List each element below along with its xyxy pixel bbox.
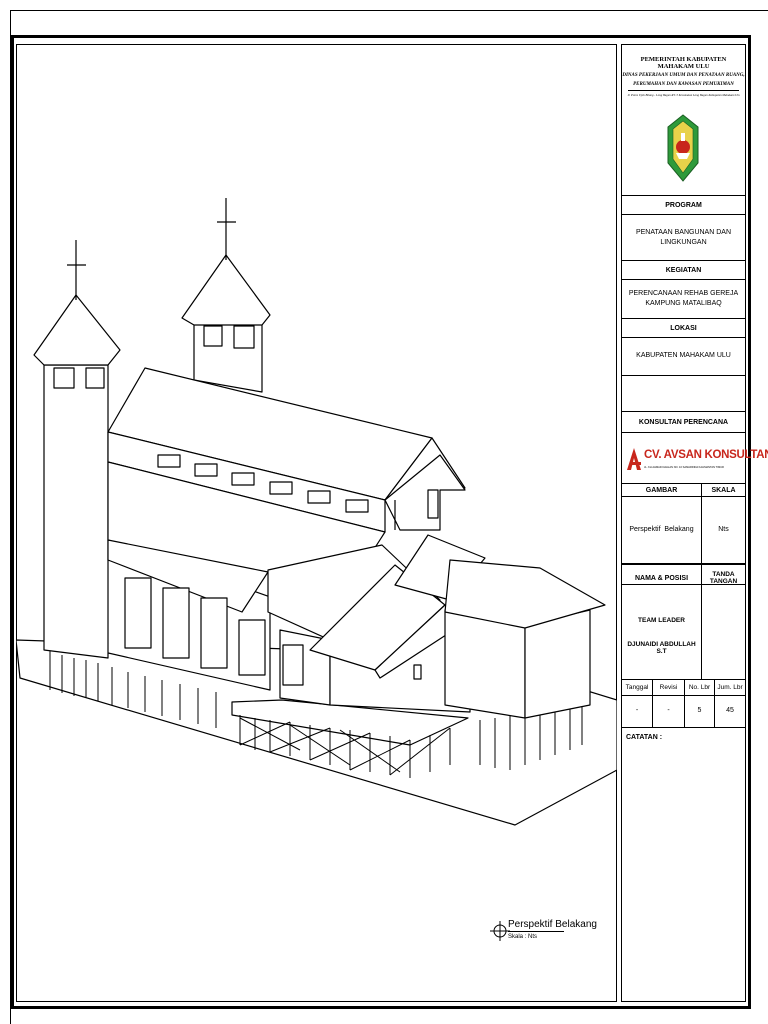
gambar-value: Perspektif Belakang [629, 526, 694, 533]
caption-marker [490, 921, 510, 941]
rule-meta-mid [622, 695, 745, 696]
rule-catatan-top [622, 727, 745, 728]
tanggal-value: - [635, 707, 639, 714]
kegiatan-value: PERENCANAAN REHAB GEREJA KAMPUNG MATALIB… [628, 290, 739, 307]
rule-nama-mid [622, 584, 745, 585]
skala-value: Nts [718, 526, 729, 533]
lokasi-value: KABUPATEN MAHAKAM ULU [636, 352, 731, 359]
consultant-logo-subtext: JL. KH AHMAD DAHLAN NO. 10 SAMARINDA KAL… [644, 466, 724, 469]
nama-posisi-label: NAMA & POSISI [634, 574, 689, 582]
lokasi-label: LOKASI [670, 324, 697, 332]
no-lbr-value: 5 [697, 707, 702, 714]
program-label: PROGRAM [665, 201, 702, 209]
agency-department-line2: PERUMAHAN DAN KAWASAN PEMUKIMAN [633, 81, 734, 87]
drawing-caption: Perspektif Belakang [508, 919, 597, 930]
agency-address: Jl. Poros Ujoh Bilang - Long Bagun RT. 3… [627, 92, 740, 97]
sheet-top-rule [10, 10, 768, 11]
jum-lbr-value: 45 [726, 707, 734, 714]
team-leader-role: TEAM LEADER [638, 616, 685, 624]
sheet-border-right [748, 35, 751, 1009]
rule-lokasi-bottom [622, 375, 745, 376]
konsultan-label: KONSULTAN PERENCANA [638, 418, 729, 426]
revisi-label: Revisi [659, 684, 678, 691]
sheet-border-top-thick [11, 35, 751, 38]
jum-lbr-label: Jum. Lbr [717, 684, 743, 691]
tanda-tangan-label: TANDA TANGAN [709, 571, 738, 585]
consultant-logo-icon [627, 448, 641, 470]
agency-government: PEMERINTAH KABUPATEN MAHAKAM ULU [640, 56, 727, 70]
skala-label: SKALA [711, 486, 736, 494]
revisi-value: - [667, 707, 670, 714]
catatan-label: CATATAN : [626, 734, 663, 741]
rule-nama-top [622, 563, 745, 565]
program-value: PENATAAN BANGUNAN DAN LINGKUNGAN [635, 228, 732, 246]
team-leader-name: DJUNAIDI ABDULLAH S.T [627, 641, 696, 655]
agency-department-line1: DINAS PEKERJAAN UMUM DAN PENATAAN RUANG, [622, 72, 745, 78]
regency-emblem-icon [667, 114, 699, 182]
consultant-logo-text: CV. AVSAN KONSULTAN [644, 449, 768, 461]
gambar-label: GAMBAR [645, 486, 678, 494]
no-lbr-label: No. Lbr [688, 684, 711, 691]
tanggal-label: Tanggal [625, 684, 649, 691]
rule-konsultan-mid [622, 432, 745, 433]
sheet-border-left [11, 35, 14, 1009]
drawing-scale: Skala : Nts [508, 934, 538, 940]
drawing-caption-underline [508, 931, 564, 932]
sheet-border-bottom-thick [11, 1006, 751, 1009]
kegiatan-label: KEGIATAN [665, 266, 702, 274]
church-perspective-drawing [16, 198, 617, 941]
